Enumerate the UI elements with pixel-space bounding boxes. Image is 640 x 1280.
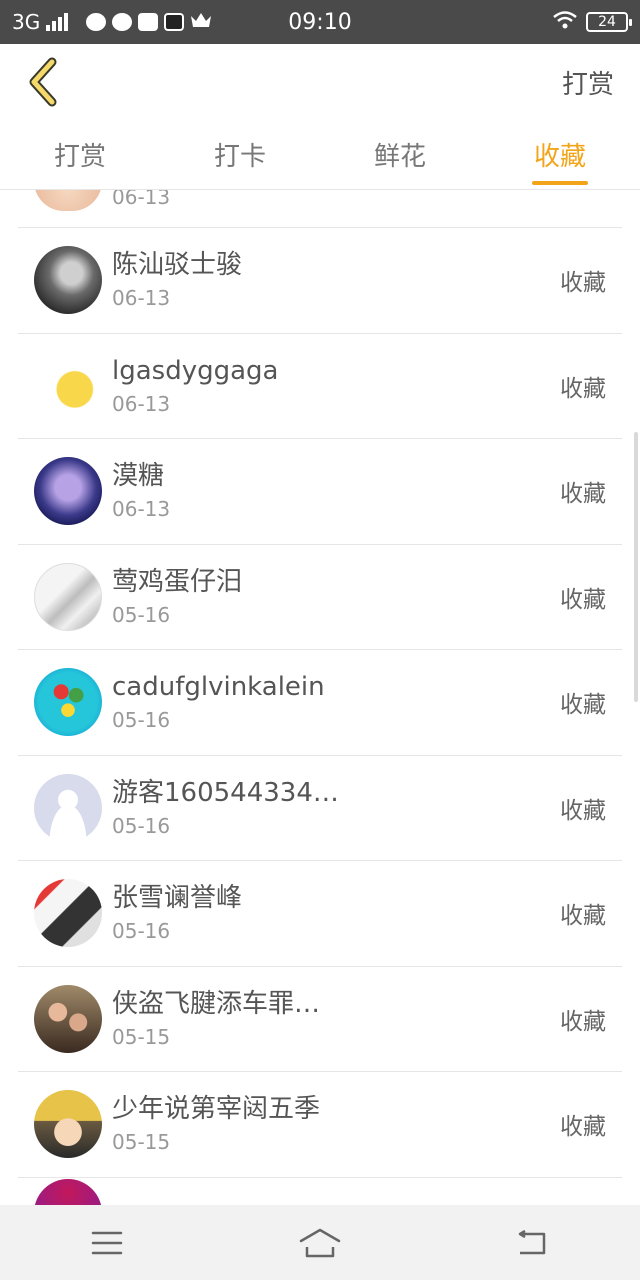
list-item-info: 少年说第宰闼五季 05-15 xyxy=(112,1092,560,1156)
tab-bar: 打赏 打卡 鲜花 收藏 xyxy=(0,120,640,190)
header: 打赏 xyxy=(0,44,640,120)
list-item-info: cadufglvinkalein 05-16 xyxy=(112,670,560,734)
list-item-date: 05-15 xyxy=(112,1130,171,1155)
crown-icon xyxy=(190,10,212,34)
avatar xyxy=(34,351,102,420)
avatar xyxy=(34,190,102,211)
menu-icon xyxy=(91,1231,122,1254)
list-item-name: cadufglvinkalein xyxy=(112,672,325,703)
list-item-name: 游客160544334… xyxy=(112,777,339,808)
scroll-indicator[interactable] xyxy=(634,432,638,702)
list-item-partial[interactable] xyxy=(18,1178,622,1205)
battery-icon: 24 xyxy=(586,12,632,32)
reward-button[interactable]: 打赏 xyxy=(562,64,614,101)
network-type: 3G xyxy=(12,10,41,34)
list-item-type: 收藏 xyxy=(560,270,606,297)
list-item-date: 06-13 xyxy=(112,286,171,311)
chevron-left-icon xyxy=(29,57,57,107)
list-item-type: 收藏 xyxy=(560,797,606,824)
tiktok-icon xyxy=(164,13,185,31)
favorites-list[interactable]: 06-13 陈汕驳士骏 06-13 收藏 lgasdyggaga 06-13 收… xyxy=(18,190,622,1205)
return-button[interactable] xyxy=(503,1218,563,1268)
avatar xyxy=(34,562,102,631)
list-item-date: 05-16 xyxy=(112,919,171,944)
list-item-date: 05-16 xyxy=(112,708,171,733)
list-item-name: 少年说第宰闼五季 xyxy=(112,1094,321,1125)
list-item[interactable]: cadufglvinkalein 05-16 收藏 xyxy=(18,650,622,756)
list-item-type: 收藏 xyxy=(560,692,606,719)
list-item-name: lgasdyggaga xyxy=(112,355,279,386)
avatar xyxy=(34,984,102,1053)
list-item[interactable]: 侠盗飞腱添车罪… 05-15 收藏 xyxy=(18,967,622,1072)
list-item-type: 收藏 xyxy=(560,586,606,613)
avatar xyxy=(34,246,102,315)
tab-checkin[interactable]: 打卡 xyxy=(160,120,320,189)
avatar xyxy=(34,879,102,948)
list-item-type: 收藏 xyxy=(560,903,606,930)
list-item-partial[interactable]: 06-13 xyxy=(18,190,622,228)
list-item[interactable]: 莺鸡蛋仔汨 05-16 收藏 xyxy=(18,545,622,650)
status-bar: 3G 09:10 24 xyxy=(0,0,640,44)
list-item[interactable]: 漠糖 06-13 收藏 xyxy=(18,439,622,545)
list-item[interactable]: lgasdyggaga 06-13 收藏 xyxy=(18,334,622,439)
list-item[interactable]: 少年说第宰闼五季 05-15 收藏 xyxy=(18,1072,622,1178)
list-item-name: 张雪谰誉峰 xyxy=(112,883,243,914)
back-button[interactable] xyxy=(26,54,66,110)
avatar xyxy=(34,1090,102,1159)
system-nav-bar xyxy=(0,1205,640,1280)
menu-button[interactable] xyxy=(77,1218,137,1268)
list-item-type: 收藏 xyxy=(560,375,606,402)
list-item-date: 05-15 xyxy=(112,1024,171,1049)
list-item[interactable]: 游客160544334… 05-16 收藏 xyxy=(18,756,622,861)
list-item-date: 06-13 xyxy=(112,190,171,209)
list-item-info: lgasdyggaga 06-13 xyxy=(112,354,560,418)
list-item-info: 游客160544334… 05-16 xyxy=(112,776,560,840)
list-item-info: 06-13 xyxy=(112,190,622,211)
app-notification-icon xyxy=(112,13,133,31)
list-item-date: 05-16 xyxy=(112,813,171,838)
list-item-info: 张雪谰誉峰 05-16 xyxy=(112,881,560,945)
avatar xyxy=(34,1178,102,1205)
list-item-name: 陈汕驳士骏 xyxy=(112,250,243,281)
list-item-name: 侠盗飞腱添车罪… xyxy=(112,988,321,1019)
list-item-info: 侠盗飞腱添车罪… 05-15 xyxy=(112,987,560,1051)
list-item-info: 陈汕驳士骏 06-13 xyxy=(112,248,560,312)
battery-level: 24 xyxy=(598,14,616,30)
list-item-date: 06-13 xyxy=(112,391,171,416)
list-item-type: 收藏 xyxy=(560,1114,606,1141)
home-button[interactable] xyxy=(290,1218,350,1268)
list-item-type: 收藏 xyxy=(560,1008,606,1035)
list-item[interactable]: 陈汕驳士骏 06-13 收藏 xyxy=(18,228,622,334)
list-item-info: 莺鸡蛋仔汨 05-16 xyxy=(112,565,560,629)
list-item-name: 漠糖 xyxy=(112,461,165,492)
list-item-info: 漠糖 06-13 xyxy=(112,459,560,523)
avatar xyxy=(34,773,102,842)
avatar xyxy=(34,668,102,737)
tab-reward[interactable]: 打赏 xyxy=(0,120,160,189)
list-item[interactable]: 张雪谰誉峰 05-16 收藏 xyxy=(18,861,622,967)
signal-icon xyxy=(46,13,69,31)
back-arrow-icon xyxy=(519,1229,546,1254)
list-item-date: 05-16 xyxy=(112,602,171,627)
wechat-icon xyxy=(86,13,107,31)
home-icon xyxy=(299,1228,341,1257)
tab-favorites[interactable]: 收藏 xyxy=(480,120,640,189)
list-item-date: 06-13 xyxy=(112,497,171,522)
list-item-name: 莺鸡蛋仔汨 xyxy=(112,566,243,597)
avatar xyxy=(34,457,102,526)
tab-flowers[interactable]: 鲜花 xyxy=(320,120,480,189)
list-item-type: 收藏 xyxy=(560,481,606,508)
mail-icon xyxy=(138,13,159,31)
wifi-icon xyxy=(552,10,578,35)
